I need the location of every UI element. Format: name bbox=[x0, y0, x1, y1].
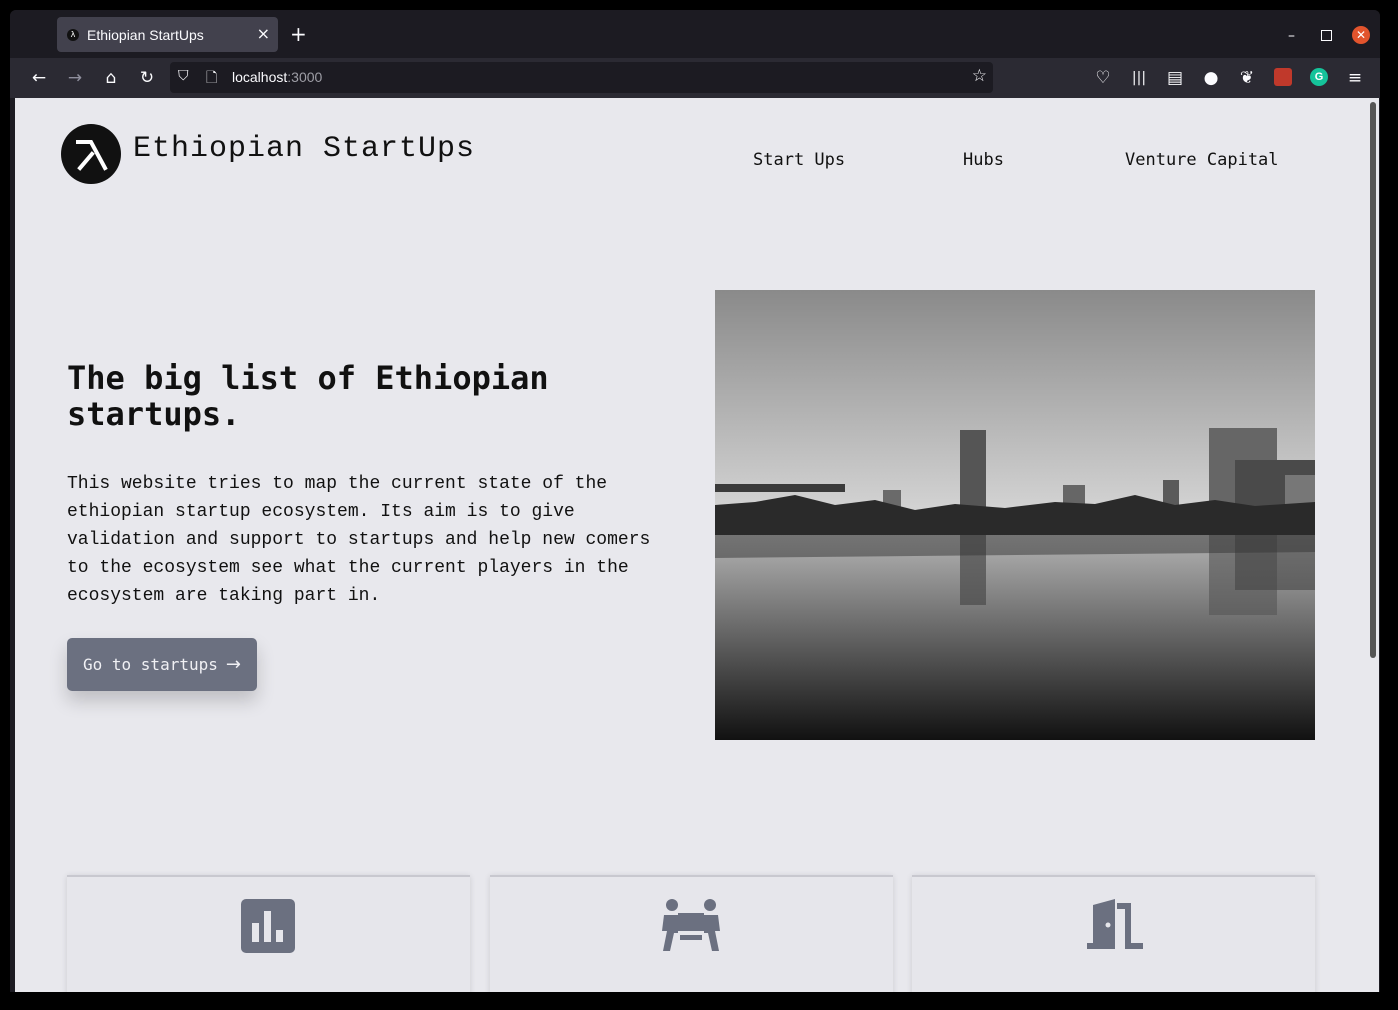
url-port: :3000 bbox=[287, 69, 323, 85]
feature-card-venture-capital[interactable] bbox=[912, 875, 1315, 992]
button-label: Go to startups bbox=[83, 655, 218, 674]
scrollbar-thumb[interactable] bbox=[1370, 102, 1376, 658]
favicon-icon: λ bbox=[67, 28, 79, 41]
page-info-icon[interactable]: 🗋 bbox=[206, 67, 217, 91]
nav-link-venture-capital[interactable]: Venture Capital bbox=[1125, 150, 1279, 170]
minimize-icon[interactable]: – bbox=[1288, 28, 1295, 44]
hero-title: The big list of Ethiopian startups. bbox=[67, 359, 549, 433]
reload-icon[interactable]: ↻ bbox=[136, 68, 158, 88]
shield-icon[interactable]: ⛉ bbox=[178, 68, 189, 84]
go-to-startups-button[interactable]: Go to startups → bbox=[67, 638, 257, 691]
page-viewport: Ethiopian StartUps Start Ups Hubs Ventur… bbox=[15, 98, 1379, 992]
pocket-icon[interactable]: ♡ bbox=[1092, 68, 1114, 88]
feature-card-startups[interactable] bbox=[67, 875, 470, 992]
hero-description: This website tries to map the current st… bbox=[67, 474, 651, 606]
tab-title: Ethiopian StartUps bbox=[87, 26, 204, 43]
browser-window: λ Ethiopian StartUps × + – ✕ ← → ⌂ ↻ ⛉ 🗋… bbox=[10, 10, 1380, 992]
url-host: localhost bbox=[232, 69, 288, 85]
logo[interactable] bbox=[61, 124, 121, 184]
bookmark-star-icon[interactable]: ☆ bbox=[972, 66, 987, 86]
extension-icon[interactable]: ❦ bbox=[1236, 68, 1258, 88]
forward-icon[interactable]: → bbox=[64, 68, 86, 88]
tab-strip: λ Ethiopian StartUps × + – ✕ bbox=[10, 10, 1380, 58]
new-tab-button[interactable]: + bbox=[290, 24, 307, 44]
navigation-bar: ← → ⌂ ↻ ⛉ 🗋 localhost:3000 ☆ ♡ ||| ▤ ● ❦… bbox=[10, 58, 1380, 98]
home-icon[interactable]: ⌂ bbox=[100, 68, 122, 88]
account-icon[interactable]: ● bbox=[1200, 68, 1222, 88]
back-icon[interactable]: ← bbox=[28, 68, 50, 88]
sidebar-icon[interactable]: ▤ bbox=[1164, 68, 1186, 88]
tab-close-icon[interactable]: × bbox=[257, 24, 270, 44]
menu-icon[interactable]: ≡ bbox=[1344, 68, 1366, 88]
arrow-right-icon: → bbox=[225, 654, 241, 675]
lambda-logo-icon bbox=[76, 140, 108, 171]
site-title[interactable]: Ethiopian StartUps bbox=[133, 132, 475, 166]
nav-link-startups[interactable]: Start Ups bbox=[753, 150, 845, 170]
close-window-icon[interactable]: ✕ bbox=[1352, 26, 1370, 44]
nav-link-hubs[interactable]: Hubs bbox=[963, 150, 1004, 170]
library-icon[interactable]: ||| bbox=[1128, 68, 1150, 88]
extension-red-icon[interactable] bbox=[1274, 68, 1292, 86]
hero-image bbox=[715, 290, 1315, 740]
feature-card-hubs[interactable] bbox=[490, 875, 893, 992]
page-scrollbar[interactable] bbox=[1367, 98, 1379, 992]
city-lake-photo bbox=[715, 290, 1315, 740]
bar-chart-icon bbox=[241, 899, 295, 953]
browser-tab[interactable]: λ Ethiopian StartUps × bbox=[57, 17, 278, 52]
url-text[interactable]: localhost:3000 bbox=[232, 69, 322, 85]
url-bar[interactable]: ⛉ 🗋 localhost:3000 ☆ bbox=[170, 62, 993, 93]
people-carry-icon bbox=[662, 899, 720, 951]
door-open-icon bbox=[1087, 899, 1143, 949]
maximize-icon[interactable] bbox=[1321, 30, 1332, 41]
grammarly-icon[interactable]: G bbox=[1310, 68, 1328, 86]
